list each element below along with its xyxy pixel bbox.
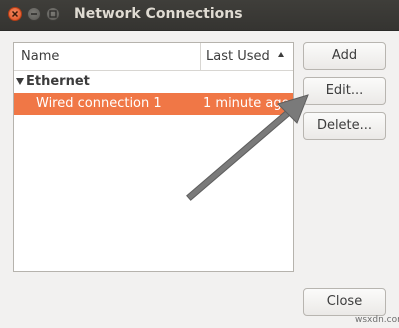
list-item[interactable]: Wired connection 1 1 minute ago xyxy=(14,93,293,115)
delete-button[interactable]: Delete... xyxy=(303,112,386,140)
column-separator xyxy=(200,43,201,70)
connection-name: Wired connection 1 xyxy=(36,96,162,111)
close-button[interactable]: Close xyxy=(303,288,386,316)
group-row-ethernet[interactable]: Ethernet xyxy=(14,72,293,92)
edit-button[interactable]: Edit... xyxy=(303,77,386,105)
close-icon xyxy=(11,10,19,18)
window-maximize-button[interactable] xyxy=(46,7,60,21)
window-title: Network Connections xyxy=(74,6,243,22)
expander-down-icon[interactable] xyxy=(16,78,24,85)
title-bar: Network Connections xyxy=(0,0,399,31)
window-minimize-button[interactable] xyxy=(27,7,41,21)
connection-last-used: 1 minute ago xyxy=(203,96,290,111)
connections-list[interactable]: Name Last Used Ethernet Wired connection… xyxy=(13,42,294,272)
window-close-button[interactable] xyxy=(8,7,22,21)
list-header: Name Last Used xyxy=(14,43,293,71)
maximize-icon xyxy=(49,10,57,18)
add-button[interactable]: Add xyxy=(303,42,386,70)
minimize-icon xyxy=(31,13,37,15)
column-header-name[interactable]: Name xyxy=(21,49,59,64)
column-header-last-used[interactable]: Last Used xyxy=(206,49,270,64)
sort-ascending-icon xyxy=(278,52,284,57)
watermark: wsxdn.com xyxy=(355,315,399,325)
group-label: Ethernet xyxy=(26,74,90,89)
